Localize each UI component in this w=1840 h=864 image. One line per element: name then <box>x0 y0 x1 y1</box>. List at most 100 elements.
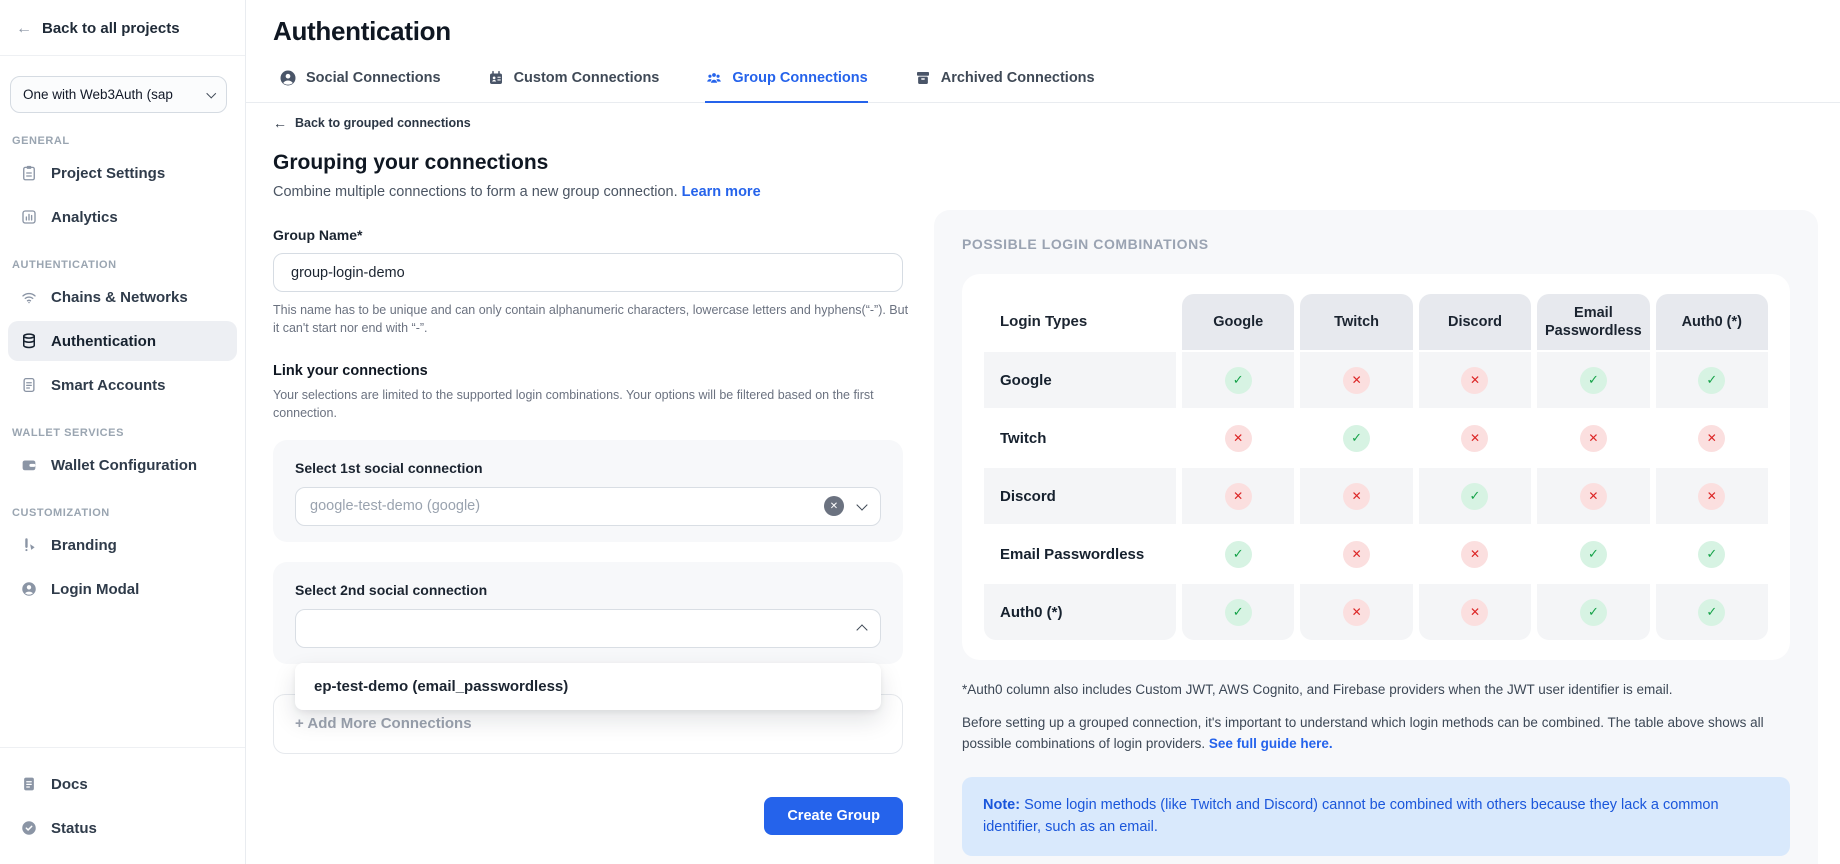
tab-group-connections[interactable]: Group Connections <box>705 69 867 103</box>
table-cell: ✕ <box>1300 584 1412 640</box>
table-cell: ✓ <box>1537 352 1649 408</box>
dropdown-option-ep-test-demo[interactable]: ep-test-demo (email_passwordless) <box>295 663 881 710</box>
content-area: ← Back to grouped connections Grouping y… <box>246 103 1840 864</box>
combination-mark: ✕ <box>1461 599 1488 626</box>
sidebar-footer: Docs Status <box>0 747 245 864</box>
learn-more-link[interactable]: Learn more <box>682 184 761 200</box>
first-connection-value: google-test-demo (google) <box>310 498 480 514</box>
column-header-discord: Discord <box>1419 294 1531 350</box>
table-cell: ✓ <box>1300 410 1412 466</box>
back-to-projects-label: Back to all projects <box>42 20 180 37</box>
project-selector[interactable]: One with Web3Auth (sap <box>10 76 227 113</box>
arrow-left-icon: ← <box>273 116 287 130</box>
select-second-connection-label: Select 2nd social connection <box>295 582 881 598</box>
table-cell: ✕ <box>1419 526 1531 582</box>
sidebar-item-project-settings[interactable]: Project Settings <box>8 153 237 193</box>
footnote-auth0: *Auth0 column also includes Custom JWT, … <box>962 680 1790 701</box>
note-label: Note: <box>983 797 1020 813</box>
combination-mark: ✕ <box>1225 425 1252 452</box>
combination-mark: ✓ <box>1580 599 1607 626</box>
table-cell: ✕ <box>1419 584 1531 640</box>
table-cell: ✓ <box>1182 526 1294 582</box>
sidebar-item-branding[interactable]: Branding <box>8 525 237 565</box>
sidebar-item-smart-accounts[interactable]: Smart Accounts <box>8 365 237 405</box>
sidebar-item-label: Docs <box>51 776 88 793</box>
chevron-down-icon <box>206 88 215 97</box>
combination-mark: ✓ <box>1698 599 1725 626</box>
combination-mark: ✕ <box>1343 367 1370 394</box>
tab-bar: Social Connections Custom Connections Gr… <box>246 69 1840 103</box>
form-subtitle: Combine multiple connections to form a n… <box>273 184 924 200</box>
table-cell: ✕ <box>1537 410 1649 466</box>
first-connection-card: Select 1st social connection google-test… <box>273 440 903 542</box>
group-name-input[interactable] <box>273 253 903 292</box>
tab-label: Social Connections <box>306 70 441 86</box>
combination-mark: ✓ <box>1698 541 1725 568</box>
combination-mark: ✕ <box>1461 367 1488 394</box>
section-label-authentication: AUTHENTICATION <box>12 259 245 271</box>
archive-box-icon <box>914 69 932 87</box>
check-circle-icon <box>20 819 38 837</box>
sidebar-item-label: Authentication <box>51 333 156 350</box>
combination-mark: ✕ <box>1343 541 1370 568</box>
column-header-auth0: Auth0 (*) <box>1656 294 1768 350</box>
form-heading: Grouping your connections <box>273 151 924 175</box>
user-circle-icon <box>20 580 38 598</box>
combination-mark: ✕ <box>1225 483 1252 510</box>
note-text: Some login methods (like Twitch and Disc… <box>983 797 1719 835</box>
see-full-guide-link[interactable]: See full guide here. <box>1209 736 1333 751</box>
page-title: Authentication <box>246 0 1840 47</box>
table-cell: ✓ <box>1656 352 1768 408</box>
brush-icon <box>20 536 38 554</box>
back-link-label: Back to grouped connections <box>295 116 471 130</box>
tab-label: Archived Connections <box>941 70 1095 86</box>
person-circle-icon <box>279 69 297 87</box>
combination-mark: ✕ <box>1461 541 1488 568</box>
combination-mark: ✓ <box>1698 367 1725 394</box>
group-connection-form: ← Back to grouped connections Grouping y… <box>246 103 924 864</box>
clear-selection-icon[interactable]: ✕ <box>824 496 844 516</box>
table-cell: ✕ <box>1419 352 1531 408</box>
row-label-twitch: Twitch <box>984 410 1176 466</box>
chevron-up-icon <box>856 624 867 635</box>
sidebar-item-chains-networks[interactable]: Chains & Networks <box>8 277 237 317</box>
chevron-down-icon <box>856 499 867 510</box>
sidebar-item-status[interactable]: Status <box>8 808 237 848</box>
row-label-auth0: Auth0 (*) <box>984 584 1176 640</box>
table-cell: ✕ <box>1537 468 1649 524</box>
sidebar-item-label: Project Settings <box>51 165 165 182</box>
tab-label: Custom Connections <box>514 70 660 86</box>
tab-label: Group Connections <box>732 70 867 86</box>
second-connection-select[interactable] <box>295 609 881 648</box>
combination-mark: ✕ <box>1698 483 1725 510</box>
table-cell: ✕ <box>1182 410 1294 466</box>
back-to-grouped-connections-link[interactable]: ← Back to grouped connections <box>273 116 924 130</box>
sidebar-item-wallet-configuration[interactable]: Wallet Configuration <box>8 445 237 485</box>
sidebar-item-docs[interactable]: Docs <box>8 764 237 804</box>
link-connections-description: Your selections are limited to the suppo… <box>273 386 909 422</box>
table-cell: ✕ <box>1300 352 1412 408</box>
tab-custom-connections[interactable]: Custom Connections <box>487 69 660 103</box>
form-subtitle-text: Combine multiple connections to form a n… <box>273 184 678 200</box>
column-header-google: Google <box>1182 294 1294 350</box>
note-box: Note: Some login methods (like Twitch an… <box>962 777 1790 856</box>
section-label-wallet-services: WALLET SERVICES <box>12 427 245 439</box>
combinations-table: Login Types Google Twitch Discord Email … <box>984 294 1768 640</box>
first-connection-select[interactable]: google-test-demo (google) ✕ <box>295 487 881 526</box>
sidebar-item-login-modal[interactable]: Login Modal <box>8 569 237 609</box>
combination-mark: ✕ <box>1580 425 1607 452</box>
bar-chart-icon <box>20 208 38 226</box>
back-to-projects-button[interactable]: ← Back to all projects <box>0 0 245 56</box>
sidebar: ← Back to all projects One with Web3Auth… <box>0 0 246 864</box>
section-label-general: GENERAL <box>12 135 245 147</box>
create-group-button[interactable]: Create Group <box>764 797 903 835</box>
tab-archived-connections[interactable]: Archived Connections <box>914 69 1095 103</box>
sidebar-item-authentication[interactable]: Authentication <box>8 321 237 361</box>
wallet-icon <box>20 456 38 474</box>
sidebar-item-analytics[interactable]: Analytics <box>8 197 237 237</box>
tab-social-connections[interactable]: Social Connections <box>279 69 441 103</box>
combination-mark: ✓ <box>1580 367 1607 394</box>
sidebar-item-label: Chains & Networks <box>51 289 188 306</box>
combinations-heading: POSSIBLE LOGIN COMBINATIONS <box>962 236 1790 252</box>
combination-mark: ✕ <box>1580 483 1607 510</box>
